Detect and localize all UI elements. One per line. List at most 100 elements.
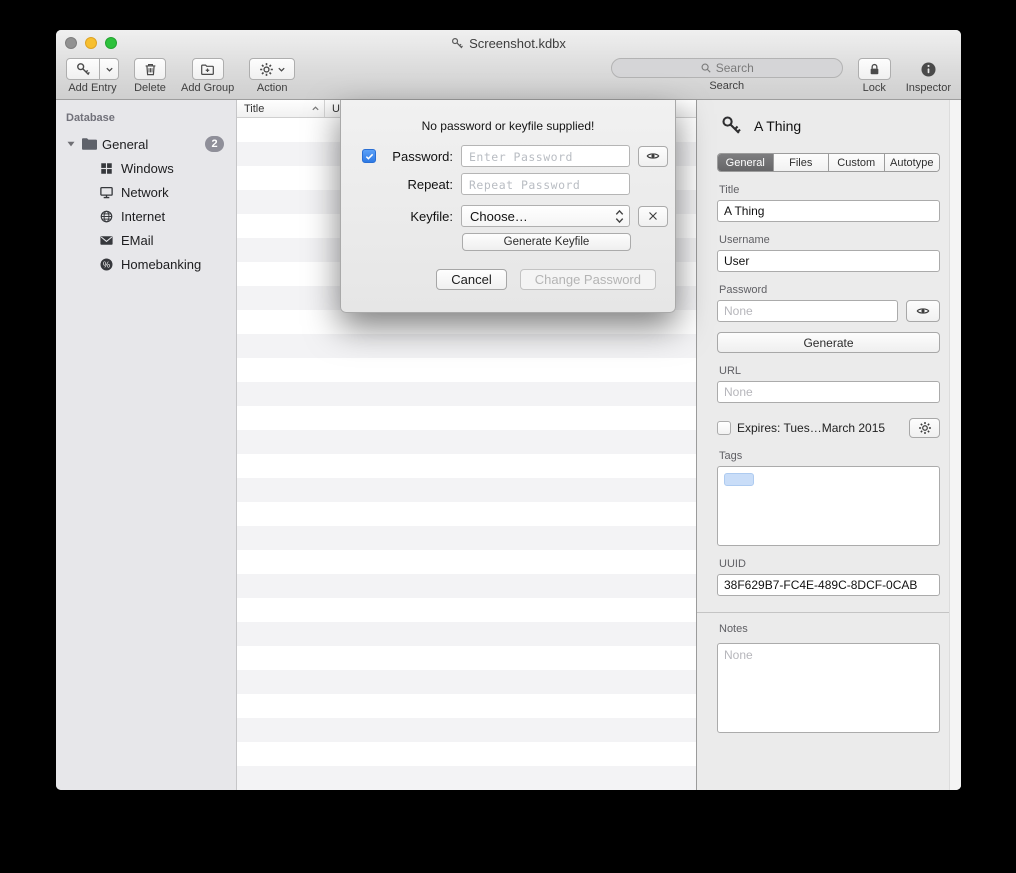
sidebar-item-label: Windows xyxy=(121,161,174,176)
windows-icon xyxy=(99,161,114,176)
password-field[interactable] xyxy=(717,300,898,322)
keyfile-row: Keyfile: Choose… xyxy=(341,205,675,227)
info-icon xyxy=(920,61,937,78)
cancel-button[interactable]: Cancel xyxy=(436,269,506,290)
dialog-password-label: Password: xyxy=(380,149,461,164)
dialog-buttons: Cancel Change Password xyxy=(341,269,675,290)
add-group-button[interactable] xyxy=(192,58,224,80)
expires-label: Expires: Tues…March 2015 xyxy=(737,421,903,435)
expires-row: Expires: Tues…March 2015 xyxy=(717,418,940,438)
toolbar: Add Entry Delete Add Group xyxy=(56,58,961,100)
inspector-tabs: General Files Custom Autotype xyxy=(717,153,940,172)
close-icon xyxy=(646,209,660,223)
password-checkbox[interactable] xyxy=(362,149,376,163)
sidebar-item-email[interactable]: EMail xyxy=(56,228,236,252)
inspector-label: Inspector xyxy=(906,82,951,94)
envelope-icon xyxy=(99,233,114,248)
inspector-scrollbar[interactable] xyxy=(949,100,961,790)
lock-icon xyxy=(867,62,882,77)
tab-autotype[interactable]: Autotype xyxy=(885,154,940,171)
toolbar-lock: Lock xyxy=(858,58,891,94)
tab-general[interactable]: General xyxy=(718,154,774,171)
notes-field[interactable] xyxy=(717,643,940,733)
toolbar-inspector: Inspector xyxy=(906,58,951,94)
sidebar-section-header: Database xyxy=(66,112,236,124)
lock-button[interactable] xyxy=(858,58,891,80)
title-field-label: Title xyxy=(719,184,940,196)
gear-icon xyxy=(259,62,274,77)
clear-keyfile-button[interactable] xyxy=(638,206,668,227)
add-group-label: Add Group xyxy=(181,82,234,94)
sidebar-item-label: Homebanking xyxy=(121,257,201,272)
delete-button[interactable] xyxy=(134,58,166,80)
repeat-row: Repeat: xyxy=(341,173,675,195)
trash-icon xyxy=(143,62,158,77)
url-field[interactable] xyxy=(717,381,940,403)
entry-count-badge: 2 xyxy=(205,136,224,152)
tags-field[interactable] xyxy=(717,466,940,546)
sidebar-item-label: Internet xyxy=(121,209,165,224)
change-password-button[interactable]: Change Password xyxy=(520,269,656,290)
generate-password-button[interactable]: Generate xyxy=(717,332,940,353)
disclosure-triangle-icon[interactable] xyxy=(66,139,76,149)
sidebar-item-internet[interactable]: Internet xyxy=(56,204,236,228)
url-field-label: URL xyxy=(719,365,940,377)
tags-label: Tags xyxy=(719,450,940,462)
dialog-reveal-password-button[interactable] xyxy=(638,146,668,167)
search-icon xyxy=(700,62,712,74)
title-field[interactable] xyxy=(717,200,940,222)
sidebar-group-general[interactable]: General 2 xyxy=(56,132,236,156)
svg-text:%: % xyxy=(103,260,110,269)
entry-header: A Thing xyxy=(717,115,940,136)
sidebar-item-label: EMail xyxy=(121,233,154,248)
folder-icon xyxy=(81,137,97,151)
window-title-text: Screenshot.kdbx xyxy=(469,36,566,51)
add-entry-dropdown[interactable] xyxy=(100,58,119,80)
window-title: Screenshot.kdbx xyxy=(56,30,961,56)
titlebar: Screenshot.kdbx xyxy=(56,30,961,56)
dialog-repeat-input[interactable] xyxy=(461,173,630,195)
toolbar-delete: Delete xyxy=(134,58,166,94)
inspector-panel: A Thing General Files Custom Autotype Ti… xyxy=(696,100,961,790)
username-field[interactable] xyxy=(717,250,940,272)
key-icon xyxy=(721,115,742,136)
toolbar-right-group: Search Search Lock Inspector xyxy=(611,58,951,100)
reveal-password-button[interactable] xyxy=(906,300,940,322)
expires-checkbox[interactable] xyxy=(717,421,731,435)
tag-chip[interactable] xyxy=(724,473,754,486)
tab-custom[interactable]: Custom xyxy=(829,154,885,171)
add-entry-button[interactable] xyxy=(66,58,100,80)
sidebar-item-windows[interactable]: Windows xyxy=(56,156,236,180)
toolbar-action: Action xyxy=(249,58,295,94)
dialog-keyfile-label: Keyfile: xyxy=(380,209,461,224)
column-title-label: Title xyxy=(244,103,264,115)
globe-icon xyxy=(99,209,114,224)
search-input[interactable]: Search xyxy=(611,58,843,78)
add-entry-label: Add Entry xyxy=(68,82,116,94)
inspector-separator xyxy=(697,612,961,613)
expires-settings-button[interactable] xyxy=(909,418,940,438)
keyfile-popup[interactable]: Choose… xyxy=(461,205,630,227)
sidebar-item-network[interactable]: Network xyxy=(56,180,236,204)
key-icon xyxy=(76,62,91,77)
toolbar-left-group: Add Entry Delete Add Group xyxy=(66,58,295,100)
tab-files[interactable]: Files xyxy=(774,154,830,171)
chevron-down-icon xyxy=(277,65,286,74)
document-key-icon xyxy=(451,37,464,50)
window-header: Screenshot.kdbx Add Entry xyxy=(56,30,961,100)
inspector-button[interactable] xyxy=(912,58,944,80)
action-button[interactable] xyxy=(249,58,295,80)
dialog-password-input[interactable] xyxy=(461,145,630,167)
uuid-label: UUID xyxy=(719,558,940,570)
toolbar-add-group: Add Group xyxy=(181,58,234,94)
gear-icon xyxy=(918,421,932,435)
sort-ascending-icon xyxy=(311,104,320,113)
generate-keyfile-button[interactable]: Generate Keyfile xyxy=(462,233,631,251)
stepper-icon xyxy=(615,209,624,224)
sidebar-item-homebanking[interactable]: % Homebanking xyxy=(56,252,236,276)
eye-icon xyxy=(646,149,660,163)
uuid-field[interactable] xyxy=(717,574,940,596)
column-header-title[interactable]: Title xyxy=(237,100,325,117)
eye-icon xyxy=(916,304,930,318)
dialog-repeat-label: Repeat: xyxy=(380,177,461,192)
